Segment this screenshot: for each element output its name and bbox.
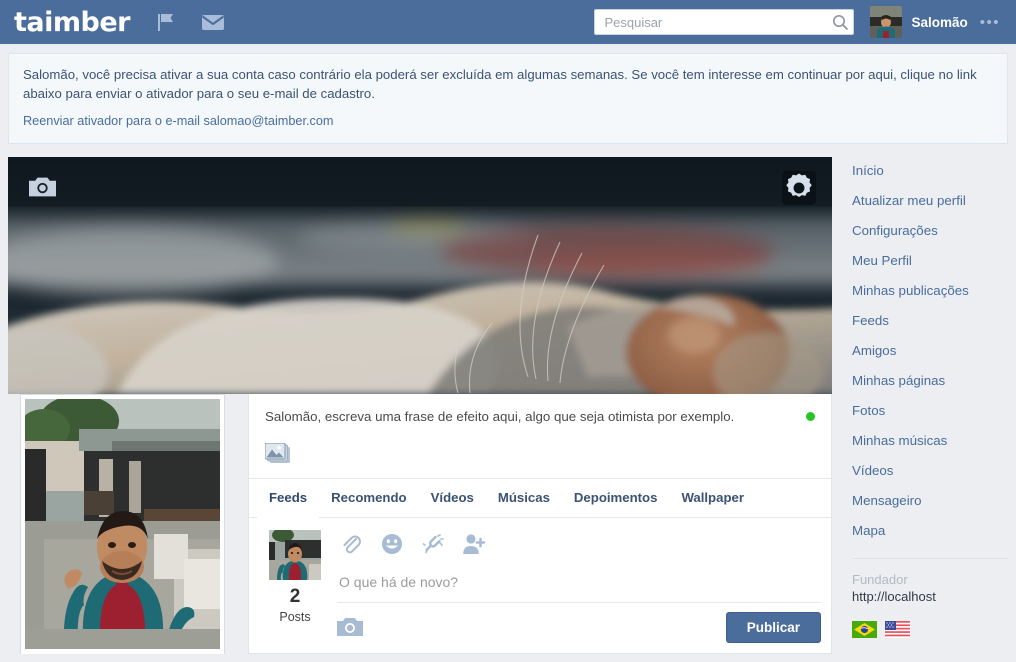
profile-photo-column [8,394,248,654]
sidebar-item-fotos[interactable]: Fotos [852,397,1008,424]
resend-activation-link[interactable]: Reenviar ativador para o e-mail salomao@… [23,114,333,128]
app-logo[interactable]: taimber [14,9,130,36]
tab-depoimentos[interactable]: Depoimentos [562,479,670,518]
flag-icon[interactable] [152,7,182,37]
tab-wallpaper[interactable]: Wallpaper [669,479,756,518]
post-count-label: Posts [259,610,331,624]
composer-icon-bar [337,530,821,556]
sidebar-item-mensageiro[interactable]: Mensageiro [852,487,1008,514]
status-badge [806,412,815,421]
sidebar-item-minhas-musicas[interactable]: Minhas músicas [852,427,1008,454]
composer-avatar[interactable] [269,530,321,580]
alert-message: Salomão, você precisa ativar a sua conta… [23,65,993,103]
post-text-input[interactable] [337,556,821,602]
sidebar-item-minhas-publicacoes[interactable]: Minhas publicações [852,277,1008,304]
top-header: taimber Salomão ••• [0,0,1016,44]
envelope-icon[interactable] [198,7,228,37]
post-composer: 2 Posts [249,518,831,653]
sidebar-divider [852,558,1008,559]
cover-photo-image [8,157,832,394]
sidebar-item-meu-perfil[interactable]: Meu Perfil [852,247,1008,274]
search-icon[interactable] [830,12,850,32]
gear-icon[interactable] [782,171,816,205]
sidebar-item-videos[interactable]: Vídeos [852,457,1008,484]
founder-url: http://localhost [852,589,1008,604]
sidebar-item-feeds[interactable]: Feeds [852,307,1008,334]
composer-left: 2 Posts [259,530,331,653]
composer-right: Publicar [331,530,821,653]
right-sidebar: Início Atualizar meu perfil Configuraçõe… [832,157,1008,662]
profile-photo-frame[interactable] [20,394,225,654]
sidebar-item-atualizar-perfil[interactable]: Atualizar meu perfil [852,187,1008,214]
user-name[interactable]: Salomão [911,15,967,30]
tab-feeds[interactable]: Feeds [257,479,319,518]
usa-flag-icon[interactable] [885,621,910,638]
sidebar-item-configuracoes[interactable]: Configurações [852,217,1008,244]
search-input[interactable] [594,9,854,35]
about-section: Salomão, escreva uma frase de efeito aqu… [249,394,831,478]
sidebar-item-inicio[interactable]: Início [852,157,1008,184]
brazil-flag-icon[interactable] [852,621,877,638]
camera-icon[interactable] [337,616,365,640]
header-right-group: Salomão ••• [594,6,1002,38]
profile-tabs: Feeds Recomendo Vídeos Músicas Depoiment… [249,478,831,518]
language-flags [852,621,1008,638]
profile-row: Salomão, escreva uma frase de efeito aqu… [8,394,832,654]
avatar[interactable] [870,6,902,38]
link-icon[interactable] [421,532,445,556]
publish-button[interactable]: Publicar [726,612,821,643]
smiley-icon[interactable] [380,532,404,556]
profile-main-column: Salomão, escreva uma frase de efeito aqu… [248,394,832,654]
composer-actions: Publicar [337,603,821,653]
sidebar-item-minhas-paginas[interactable]: Minhas páginas [852,367,1008,394]
paperclip-icon[interactable] [339,532,363,556]
sidebar-item-mapa[interactable]: Mapa [852,517,1008,544]
user-menu-dots[interactable]: ••• [980,14,1002,31]
page-body: Salomão, escreva uma frase de efeito aqu… [0,157,1016,662]
about-text: Salomão, escreva uma frase de efeito aqu… [265,408,815,426]
sidebar-item-amigos[interactable]: Amigos [852,337,1008,364]
activation-alert: Salomão, você precisa ativar a sua conta… [8,53,1008,144]
cover-photo[interactable] [8,157,832,394]
photos-gallery-icon[interactable] [265,443,291,465]
tab-musicas[interactable]: Músicas [486,479,562,518]
tab-recomendo[interactable]: Recomendo [319,479,418,518]
post-count: 2 [259,587,331,606]
camera-icon[interactable] [29,175,56,199]
add-person-icon[interactable] [462,532,486,556]
search-box [594,9,854,35]
main-content: Salomão, escreva uma frase de efeito aqu… [8,157,832,662]
profile-photo-image [25,399,220,649]
tab-videos[interactable]: Vídeos [419,479,486,518]
founder-label: Fundador [852,572,1008,587]
